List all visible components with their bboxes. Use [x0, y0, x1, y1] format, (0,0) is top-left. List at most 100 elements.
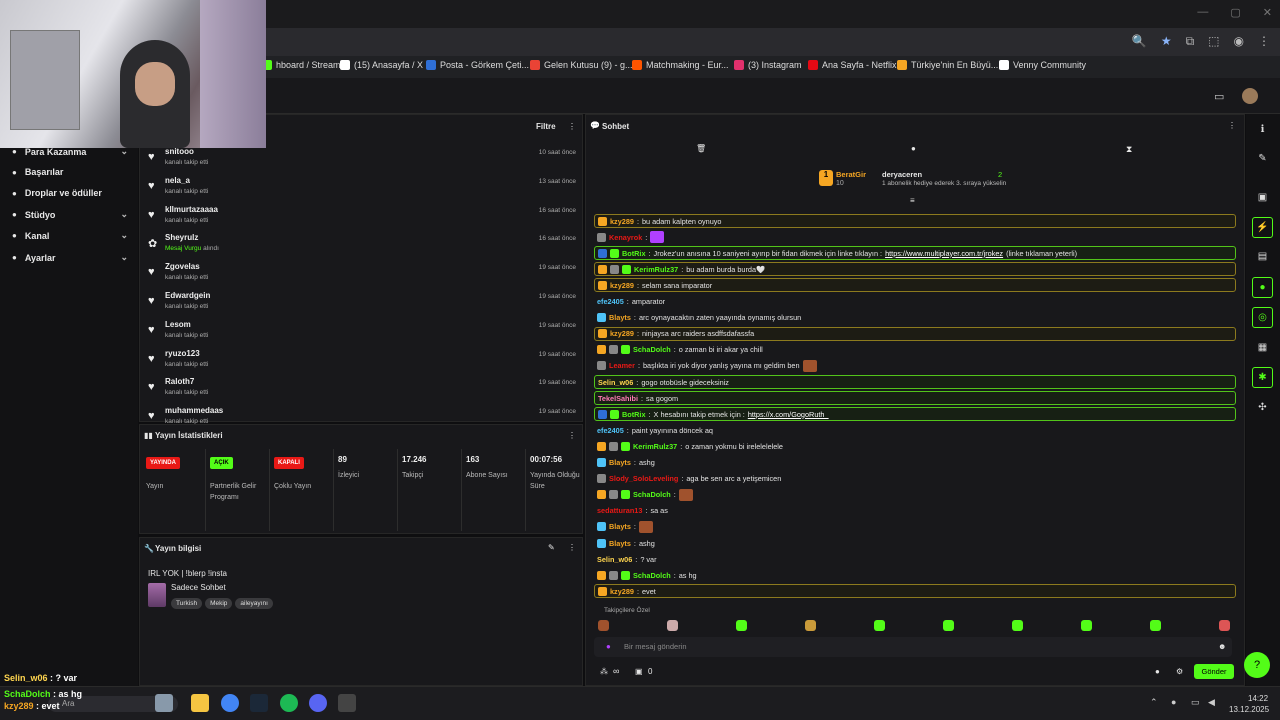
chat-username[interactable]: Blayts — [609, 313, 631, 322]
lightning-icon[interactable]: ⚡ — [1252, 217, 1273, 238]
follower-name[interactable]: Sheyrulz — [165, 233, 198, 242]
avatar[interactable] — [1242, 88, 1258, 104]
chat-username[interactable]: efe2405 — [597, 297, 624, 306]
chat-username[interactable]: TekelSahibi — [598, 394, 638, 403]
tag[interactable]: Turkish — [171, 598, 203, 609]
sidebar-item[interactable]: ● Başarılar — [12, 167, 128, 177]
follower-name[interactable]: Zgovelas — [165, 262, 200, 271]
widgets-icon[interactable] — [155, 694, 173, 712]
follower-name[interactable]: Edwardgein — [165, 291, 210, 300]
pencil-icon[interactable]: ✎ — [1252, 148, 1273, 169]
message-input[interactable]: ● Bir mesaj gönderin ☻ — [594, 637, 1232, 657]
users-icon[interactable]: ⁂ — [600, 667, 608, 676]
follower-name[interactable]: Lesom — [165, 320, 191, 329]
emote-icon[interactable] — [874, 620, 885, 631]
more-options-icon[interactable]: ⋮ — [568, 543, 576, 552]
theater-icon[interactable]: ▭ — [1214, 90, 1224, 103]
emote-icon[interactable] — [1081, 620, 1092, 631]
chat-username[interactable]: efe2405 — [597, 426, 624, 435]
bookmark-item[interactable]: (15) Anasayfa / X — [340, 60, 423, 70]
apps-icon[interactable]: ✣ — [1252, 397, 1273, 418]
chat-settings-icon[interactable]: ● — [1155, 667, 1160, 676]
tray-chevron-icon[interactable]: ⌃ — [1150, 697, 1158, 708]
emote-icon[interactable] — [667, 620, 678, 631]
pinned-leaderboard[interactable]: 1 BeratGir 10 deryaceren 2 1 abonelik he… — [816, 168, 1016, 190]
chat-username[interactable]: kzy289 — [610, 217, 634, 226]
emote-icon[interactable] — [943, 620, 954, 631]
volume-icon[interactable]: ◀ — [1208, 697, 1215, 708]
screen-icon[interactable]: ▣ — [1252, 187, 1273, 208]
emote-icon[interactable] — [598, 620, 609, 631]
scroll-down-icon[interactable]: ≡ — [910, 196, 915, 205]
chat-username[interactable]: SchaDolch — [633, 571, 671, 580]
emote-icon[interactable] — [1012, 620, 1023, 631]
bookmark-item[interactable]: Matchmaking - Eur... — [632, 60, 729, 70]
tag[interactable]: Mekip — [205, 598, 233, 609]
send-button[interactable]: Gönder — [1194, 664, 1234, 679]
mic-tray-icon[interactable]: ● — [1171, 697, 1176, 707]
steam-icon[interactable] — [250, 694, 268, 712]
zoom-icon[interactable]: 🔍 — [1132, 34, 1147, 49]
note-icon[interactable]: ▤ — [1252, 246, 1273, 267]
close-button[interactable]: ✕ — [1263, 6, 1272, 19]
maximize-button[interactable]: ▢ — [1230, 6, 1240, 19]
chat-bubble-icon[interactable]: ● — [911, 144, 916, 153]
chat-username[interactable]: Blayts — [609, 522, 631, 531]
help-fab[interactable]: ? — [1244, 652, 1270, 678]
bookmark-item[interactable]: Posta - Görkem Çeti... — [426, 60, 529, 70]
sidebar-item[interactable]: ● Droplar ve ödüller — [12, 188, 128, 198]
chat-username[interactable]: Slody_SoloLeveling — [609, 474, 678, 483]
follower-name[interactable]: nela_a — [165, 176, 190, 185]
follower-name[interactable]: Raloth7 — [165, 377, 194, 386]
more-options-icon[interactable]: ⋮ — [568, 431, 576, 440]
gear-icon[interactable]: ⚙ — [1176, 667, 1183, 676]
follower-name[interactable]: snitooo — [165, 147, 194, 156]
more-options-icon[interactable]: ⋮ — [568, 122, 576, 131]
obs-icon[interactable] — [338, 694, 356, 712]
info-icon[interactable]: ℹ — [1252, 119, 1273, 140]
more-options-icon[interactable]: ⋮ — [1228, 121, 1236, 130]
hourglass-icon[interactable]: ⧗ — [1126, 144, 1132, 155]
chat-link[interactable]: https://x.com/GogoRuth_ — [748, 410, 829, 419]
spotify-icon[interactable] — [280, 694, 298, 712]
chat-link[interactable]: https://www.multiplayer.com.tr/jrokez — [885, 249, 1003, 258]
mic-icon[interactable]: ● — [606, 642, 611, 651]
chat-username[interactable]: BotRix — [622, 410, 646, 419]
chat-username[interactable]: Leamer — [609, 361, 635, 370]
sidebar-item[interactable]: ● Kanal ⌄ — [12, 230, 128, 241]
chevron-down-icon[interactable]: ⌄ — [120, 230, 128, 241]
bookmark-item[interactable]: Gelen Kutusu (9) - g... — [530, 60, 633, 70]
chat-username[interactable]: Kenayrok — [609, 233, 642, 242]
bookmark-item[interactable]: Ana Sayfa - Netflix — [808, 60, 897, 70]
follower-name[interactable]: ryuzo123 — [165, 349, 200, 358]
sidebar-item[interactable]: ● Ayarlar ⌄ — [12, 252, 128, 263]
file-explorer-icon[interactable] — [191, 694, 209, 712]
chat-username[interactable]: kzy289 — [610, 281, 634, 290]
edit-icon[interactable]: ✎ — [548, 543, 555, 552]
broadcast-icon[interactable]: ◎ — [1252, 307, 1273, 328]
chevron-down-icon[interactable]: ⌄ — [120, 209, 128, 220]
bookmark-item[interactable]: (3) Instagram — [734, 60, 802, 70]
chat-username[interactable]: Blayts — [609, 539, 631, 548]
chat-username[interactable]: kzy289 — [610, 329, 634, 338]
tag[interactable]: aileyayını — [235, 598, 273, 609]
minimize-button[interactable]: — — [1197, 6, 1208, 19]
follower-name[interactable]: muhammedaas — [165, 406, 223, 415]
bookmark-star-icon[interactable]: ★ — [1161, 34, 1172, 49]
chat-username[interactable]: sedatturan13 — [597, 506, 642, 515]
chat-icon[interactable]: ● — [1252, 277, 1273, 298]
extension-icon[interactable]: ⧉ — [1186, 34, 1195, 49]
emote-icon[interactable] — [1150, 620, 1161, 631]
bookmark-item[interactable]: Türkiye'nin En Büyü... — [897, 60, 998, 70]
menu-icon[interactable]: ⋮ — [1258, 34, 1270, 49]
grid-icon[interactable]: ▦ — [1252, 337, 1273, 358]
chat-username[interactable]: Selin_w06 — [597, 555, 632, 564]
chat-username[interactable]: KerimRulz37 — [633, 442, 677, 451]
chat-username[interactable]: SchaDolch — [633, 490, 671, 499]
category-name[interactable]: Sadece Sohbet — [171, 583, 226, 592]
chat-username[interactable]: Blayts — [609, 458, 631, 467]
bookmark-item[interactable]: Venny Community — [999, 60, 1086, 70]
follower-name[interactable]: kllmurtazaaaa — [165, 205, 218, 214]
extensions-puzzle-icon[interactable]: ⬚ — [1208, 34, 1219, 49]
store-icon[interactable]: ▣ — [635, 667, 643, 676]
